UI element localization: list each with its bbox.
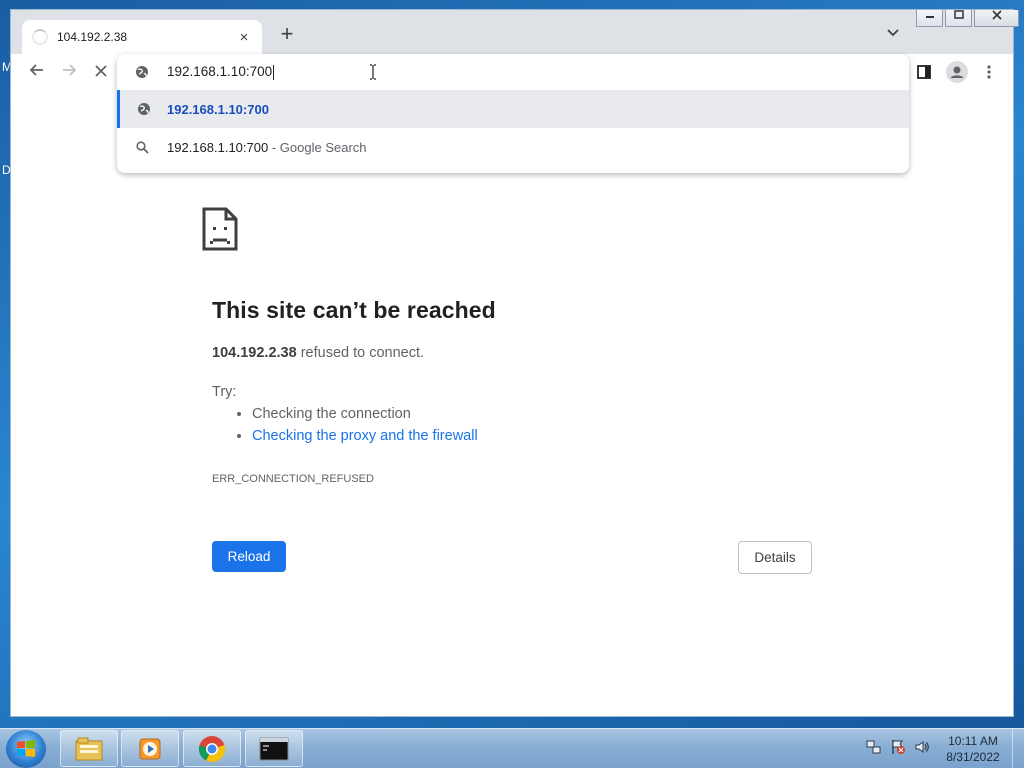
profile-button[interactable] — [943, 58, 971, 86]
close-window-button[interactable] — [974, 10, 1019, 27]
suggestion-check-proxy-link[interactable]: Checking the proxy and the firewall — [252, 428, 478, 444]
browser-menu-button[interactable] — [975, 58, 1003, 86]
omnibox-suggestion-search[interactable]: 192.168.1.10:700 - Google Search — [117, 128, 909, 166]
reload-button[interactable]: Reload — [212, 541, 286, 572]
tab-active[interactable]: 104.192.2.38 × — [22, 20, 262, 54]
stop-icon — [95, 65, 107, 77]
sad-page-icon — [202, 207, 238, 256]
window-controls — [916, 10, 1019, 27]
side-panel-button[interactable] — [910, 58, 938, 86]
start-button[interactable] — [6, 730, 46, 768]
page-content: This site can’t be reached 104.192.2.38 … — [11, 90, 1013, 716]
try-label: Try: — [212, 384, 237, 400]
omnibox-dropdown: 192.168.1.10:700 192.168.1.10:700 192.16… — [117, 54, 909, 173]
loading-spinner-icon — [32, 29, 48, 45]
error-suggestions: Checking the connection Checking the pro… — [252, 406, 478, 450]
suggestion-url-text: 192.168.1.10:700 — [167, 101, 269, 117]
show-desktop-button[interactable] — [1012, 729, 1024, 768]
omnibox-suggestion-url[interactable]: 192.168.1.10:700 — [117, 90, 909, 128]
side-panel-icon — [917, 65, 931, 79]
globe-icon — [117, 65, 167, 79]
maximize-button[interactable] — [945, 10, 972, 27]
search-icon — [117, 140, 167, 154]
tab-title: 104.192.2.38 — [57, 30, 128, 44]
taskbar: 10:11 AM 8/31/2022 — [0, 728, 1024, 768]
globe-icon — [120, 102, 167, 116]
chrome-icon — [198, 735, 226, 762]
browser-window: 104.192.2.38 × + 192.168.1.10:700 192.16… — [10, 9, 1019, 717]
taskbar-chrome[interactable] — [183, 730, 241, 767]
network-icon[interactable] — [866, 739, 882, 755]
forward-button[interactable] — [55, 58, 83, 86]
text-caret — [273, 64, 275, 80]
suggestion-check-connection: Checking the connection — [252, 406, 478, 422]
address-bar[interactable]: 192.168.1.10:700 — [117, 54, 909, 90]
error-code: ERR_CONNECTION_REFUSED — [212, 473, 374, 485]
error-host: 104.192.2.38 — [212, 345, 297, 361]
tab-close-icon[interactable]: × — [236, 29, 252, 46]
i-beam-cursor-icon — [369, 64, 377, 85]
back-arrow-icon — [29, 64, 43, 76]
clock-time: 10:11 AM — [948, 734, 998, 748]
action-center-flag-icon[interactable] — [890, 739, 906, 755]
back-button[interactable] — [23, 58, 51, 86]
taskbar-explorer[interactable] — [60, 730, 118, 767]
taskbar-media-player[interactable] — [121, 730, 179, 767]
error-description: 104.192.2.38 refused to connect. — [212, 345, 425, 361]
stop-loading-button[interactable] — [87, 58, 115, 86]
minimize-button[interactable] — [916, 10, 943, 27]
forward-arrow-icon — [63, 64, 77, 76]
volume-icon[interactable] — [914, 739, 930, 755]
explorer-icon — [75, 737, 103, 760]
tab-search-chevron-icon[interactable] — [886, 26, 900, 41]
taskbar-cmd[interactable] — [245, 730, 303, 767]
kebab-menu-icon — [987, 65, 991, 79]
new-tab-button[interactable]: + — [276, 23, 298, 46]
clock-date: 8/31/2022 — [946, 750, 1000, 764]
address-input-text[interactable]: 192.168.1.10:700 — [167, 64, 275, 80]
error-title: This site can’t be reached — [212, 297, 496, 323]
media-player-icon — [139, 738, 161, 759]
windows-logo-icon — [17, 740, 35, 757]
details-button[interactable]: Details — [738, 541, 812, 574]
profile-avatar-icon — [946, 61, 968, 83]
system-clock[interactable]: 10:11 AM 8/31/2022 — [940, 733, 1006, 765]
cmd-icon — [259, 737, 289, 760]
tab-strip: 104.192.2.38 × + — [11, 10, 1019, 54]
suggestion-search-text: 192.168.1.10:700 - Google Search — [167, 139, 367, 155]
